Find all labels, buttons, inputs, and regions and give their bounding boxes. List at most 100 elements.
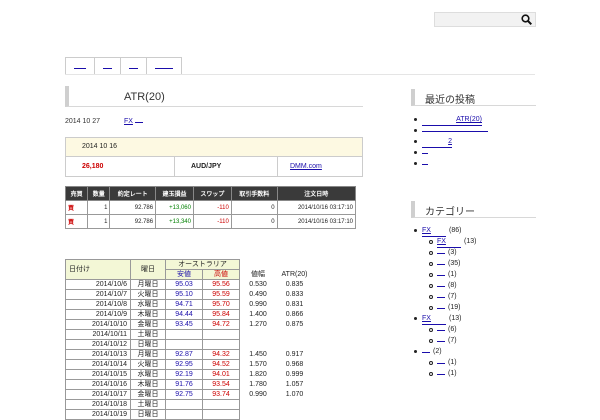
table-row: 2014/10/12 日曜日 bbox=[65, 339, 313, 350]
atr-cell: 1.400 bbox=[249, 311, 267, 318]
atr-cell: 0.999 bbox=[285, 371, 304, 378]
atr-cell bbox=[165, 329, 203, 340]
trade-cell: 1 bbox=[87, 214, 111, 229]
nav-item-2[interactable] bbox=[95, 58, 121, 75]
category-link[interactable] bbox=[437, 253, 445, 254]
category-count: (13) bbox=[464, 238, 477, 245]
recent-post-item[interactable] bbox=[413, 125, 537, 136]
categories-list: FX (86) FX (13) (3) (35) (1) (8) (7) (19) FX (13) (6… bbox=[413, 225, 537, 379]
category-item[interactable]: (2) bbox=[413, 346, 537, 357]
search-icon[interactable] bbox=[521, 14, 533, 27]
atr-cell: 92.87 bbox=[165, 349, 203, 360]
nav-divider bbox=[65, 74, 535, 75]
category-item[interactable]: (8) bbox=[413, 280, 537, 291]
category-item[interactable]: (1) bbox=[413, 357, 537, 368]
atr-cell: 95.84 bbox=[202, 309, 240, 320]
atr-cell: 1.570 bbox=[249, 361, 267, 368]
atr-cell bbox=[165, 399, 203, 410]
atr-cell: 火曜日 bbox=[130, 289, 166, 300]
recent-post-item[interactable] bbox=[413, 147, 537, 158]
atr-cell: 1.270 bbox=[249, 321, 267, 328]
atr-cell: 94.44 bbox=[165, 309, 203, 320]
table-row: 2014/10/8 水曜日 94.71 95.70 0.990 0.831 bbox=[65, 299, 313, 310]
trade-header-1: 数量 bbox=[87, 186, 111, 201]
atr-cell: 0.831 bbox=[285, 301, 304, 308]
categories-title: カテゴリー bbox=[425, 207, 475, 218]
category-count: (7) bbox=[448, 337, 457, 344]
nav-item-3[interactable] bbox=[121, 58, 147, 75]
category-link[interactable] bbox=[437, 374, 445, 375]
search-input[interactable] bbox=[435, 13, 525, 26]
category-link[interactable] bbox=[437, 341, 445, 342]
category-count: (6) bbox=[448, 326, 457, 333]
category-count: (1) bbox=[448, 370, 457, 377]
trade-cell: 買 bbox=[64, 214, 89, 229]
post-category-link[interactable]: FX bbox=[124, 118, 133, 125]
atr-cell: 月曜日 bbox=[130, 279, 166, 290]
category-link[interactable] bbox=[437, 264, 445, 265]
atr-cell: 2014/10/13 bbox=[65, 349, 131, 360]
atr-table: 日付け 曜日 オーストラリア 安値 高値 値幅 ATR(20) 2014/10/… bbox=[65, 259, 313, 420]
category-item[interactable]: (6) bbox=[413, 324, 537, 335]
atr-header-high: 高値 bbox=[202, 269, 240, 280]
recent-post-item[interactable] bbox=[413, 158, 537, 169]
atr-cell: 0.917 bbox=[285, 351, 304, 358]
category-link[interactable] bbox=[437, 275, 445, 276]
category-item[interactable]: FX (13) bbox=[413, 313, 537, 325]
category-item[interactable]: (1) bbox=[413, 368, 537, 379]
trade-cell: 2014/10/16 03:17:10 bbox=[276, 200, 357, 215]
category-item[interactable]: (1) bbox=[413, 269, 537, 280]
atr-cell: 1.820 bbox=[249, 371, 267, 378]
summary-broker-link[interactable]: DMM.com bbox=[290, 163, 322, 170]
post-date: 2014 10 27 bbox=[65, 118, 101, 125]
trade-cell: -110 bbox=[192, 214, 232, 229]
atr-cell: 0.490 bbox=[249, 291, 267, 298]
recent-post-link[interactable] bbox=[422, 153, 428, 154]
category-item[interactable]: (7) bbox=[413, 335, 537, 346]
atr-cell: 94.32 bbox=[202, 349, 240, 360]
atr-cell: 95.10 bbox=[165, 289, 203, 300]
recent-post-link[interactable] bbox=[422, 131, 488, 132]
category-link[interactable] bbox=[437, 363, 445, 364]
category-link[interactable] bbox=[437, 308, 445, 309]
category-item[interactable]: (19) bbox=[413, 302, 537, 313]
atr-header-day: 曜日 bbox=[130, 259, 166, 280]
category-item[interactable]: (7) bbox=[413, 291, 537, 302]
category-item[interactable]: (35) bbox=[413, 258, 537, 269]
nav-item-1[interactable] bbox=[66, 58, 95, 75]
atr-cell: 0.968 bbox=[285, 361, 304, 368]
category-link[interactable] bbox=[437, 297, 445, 298]
trade-cell: -110 bbox=[192, 200, 232, 215]
post-category-link-2[interactable] bbox=[134, 122, 143, 123]
recent-post-item[interactable]: ATR(20) bbox=[413, 114, 537, 126]
recent-post-item[interactable]: 2 bbox=[413, 136, 537, 148]
post-meta: 2014 10 27 FX bbox=[65, 118, 143, 125]
nav-item-4[interactable] bbox=[147, 58, 182, 75]
category-item[interactable]: (3) bbox=[413, 247, 537, 258]
recent-posts-title-box: 最近の投稿 bbox=[411, 89, 536, 106]
atr-cell bbox=[240, 410, 277, 420]
table-row: 2014/10/19 日曜日 bbox=[65, 409, 313, 420]
trade-header-4: スワップ bbox=[192, 186, 232, 201]
atr-header-date: 日付け bbox=[65, 259, 131, 280]
atr-cell: 92.19 bbox=[165, 369, 203, 380]
category-count: (13) bbox=[449, 315, 462, 322]
search-box bbox=[434, 12, 536, 27]
category-item[interactable]: FX (86) bbox=[413, 225, 537, 237]
atr-header-low: 安値 bbox=[165, 269, 203, 280]
category-link[interactable] bbox=[422, 352, 430, 353]
atr-cell: 0.875 bbox=[285, 321, 304, 328]
atr-cell: 火曜日 bbox=[130, 359, 166, 370]
category-link[interactable] bbox=[437, 330, 445, 331]
category-item[interactable]: FX (13) bbox=[413, 236, 537, 248]
category-count: (1) bbox=[448, 359, 457, 366]
recent-post-link[interactable] bbox=[422, 164, 428, 165]
atr-cell: 95.59 bbox=[202, 289, 240, 300]
atr-cell: 2014/10/6 bbox=[65, 279, 131, 290]
category-link[interactable] bbox=[437, 286, 445, 287]
trade-cell: 2014/10/16 03:17:10 bbox=[276, 214, 357, 229]
recent-posts-list: ATR(20) 2 bbox=[413, 114, 537, 169]
atr-cell bbox=[277, 330, 313, 340]
trade-cell: 1 bbox=[87, 200, 111, 215]
trade-cell: 92.786 bbox=[109, 200, 157, 215]
